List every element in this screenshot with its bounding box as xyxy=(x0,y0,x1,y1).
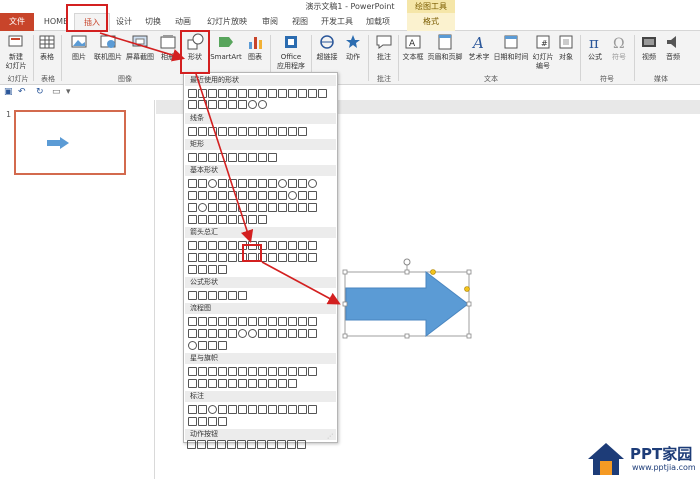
arrow-gallery-to-slide xyxy=(261,261,341,305)
arrow-insert-to-shapes xyxy=(99,32,186,62)
house-logo-icon xyxy=(588,443,624,475)
brand-url: www.pptjia.com xyxy=(632,463,696,472)
arrow-shapes-to-gallery xyxy=(195,73,254,244)
annotation-arrows xyxy=(99,32,341,305)
pptjia-watermark: PPT家园 www.pptjia.com xyxy=(568,438,700,479)
brand-name: PPT家园 xyxy=(630,445,693,463)
